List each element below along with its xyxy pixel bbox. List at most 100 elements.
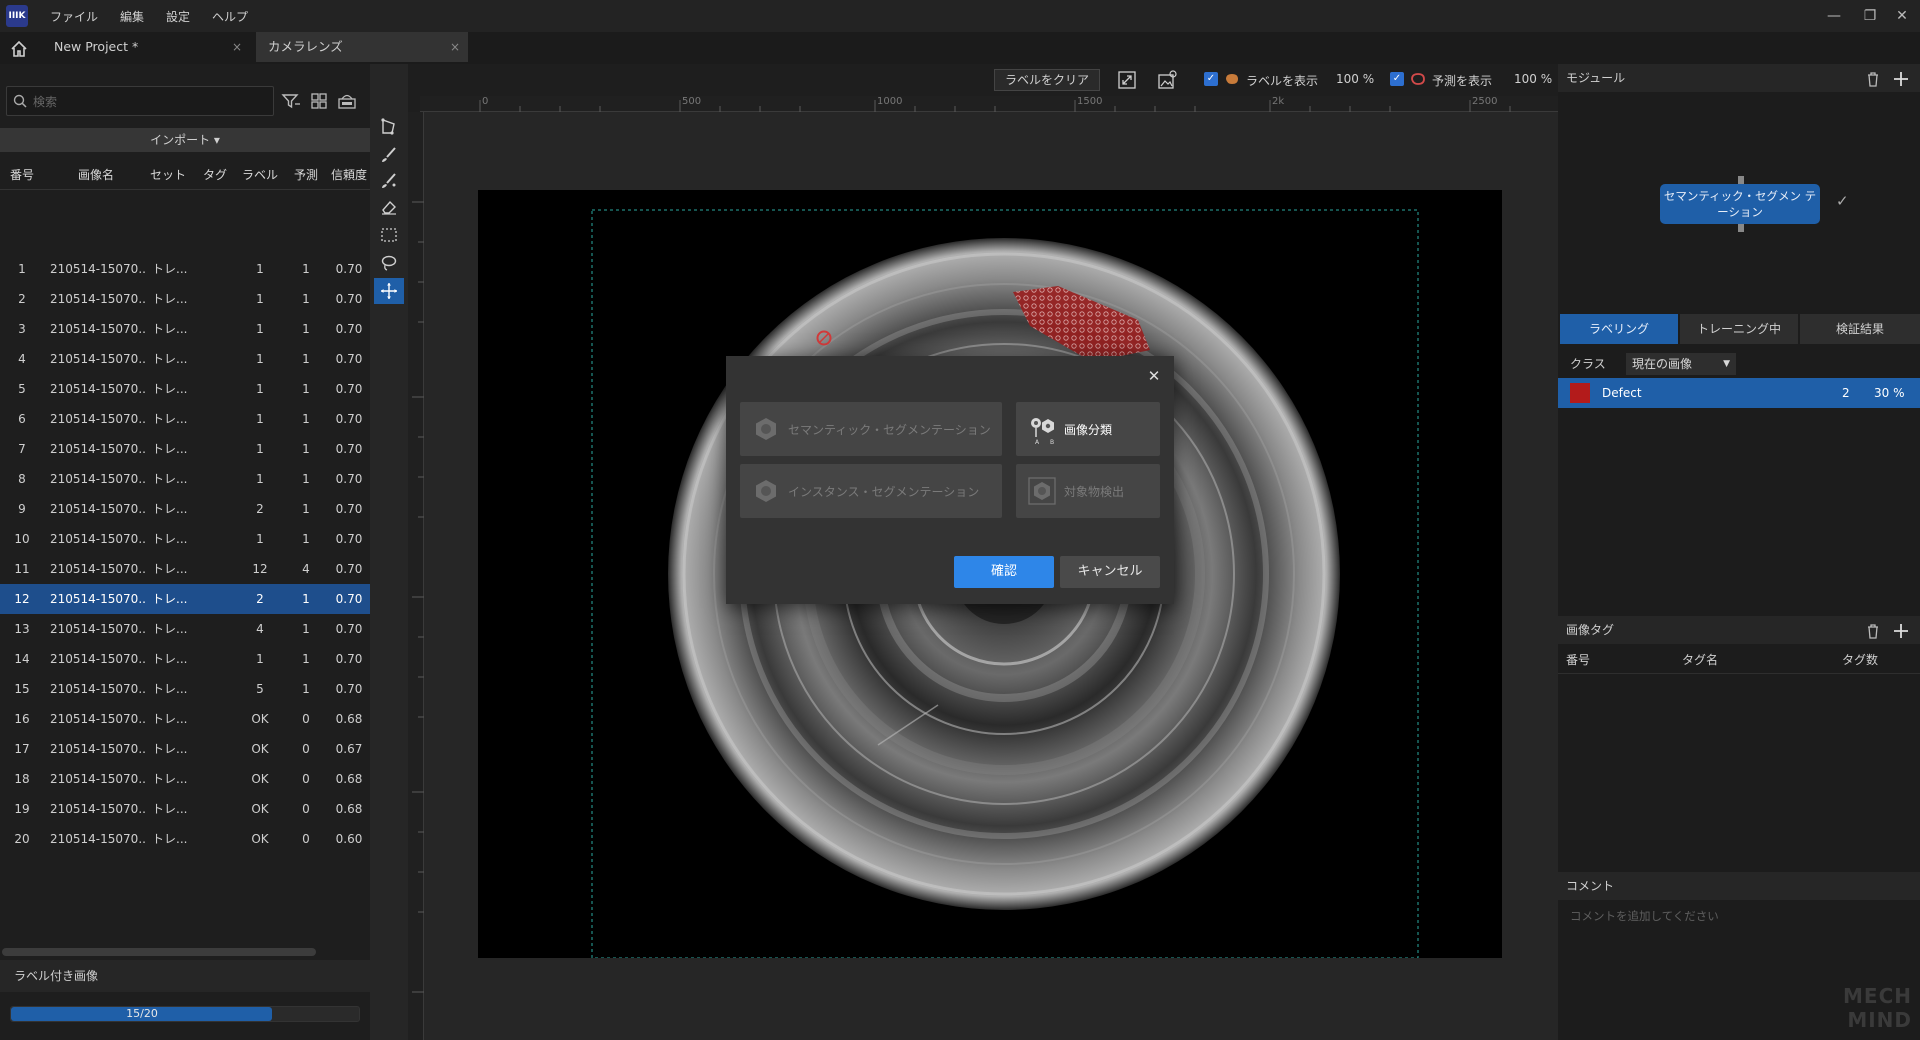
image-settings-icon[interactable] (1156, 69, 1178, 91)
menu-file[interactable]: ファイル (50, 8, 98, 25)
table-row[interactable]: 14 210514-15070... トレ... 1 1 0.70 (0, 644, 370, 674)
close-tab-icon[interactable]: × (450, 32, 460, 62)
confirm-button[interactable]: 確認 (954, 556, 1054, 588)
dialog-close-icon[interactable]: ✕ (1144, 366, 1164, 386)
class-row-defect[interactable]: Defect 2 30 % (1558, 378, 1920, 408)
table-row[interactable]: 2 210514-15070... トレ... 1 1 0.70 (0, 284, 370, 314)
cell-label: OK (251, 832, 269, 846)
table-row[interactable]: 6 210514-15070... トレ... 1 1 0.70 (0, 404, 370, 434)
table-row[interactable]: 17 210514-15070... トレ... OK 0 0.67 (0, 734, 370, 764)
horizontal-scrollbar[interactable] (2, 948, 316, 956)
table-row[interactable]: 18 210514-15070... トレ... OK 0 0.68 (0, 764, 370, 794)
option-image-classification[interactable]: AB 画像分類 (1016, 402, 1160, 456)
table-row[interactable]: 7 210514-15070... トレ... 1 1 0.70 (0, 434, 370, 464)
home-icon[interactable] (8, 38, 30, 60)
option-label: 対象物検出 (1064, 484, 1125, 499)
close-window-button[interactable]: ✕ (1892, 6, 1912, 26)
table-row[interactable]: 15 210514-15070... トレ... 5 1 0.70 (0, 674, 370, 704)
add-module-icon[interactable] (1892, 70, 1910, 88)
table-row[interactable]: 12 210514-15070... トレ... 2 1 0.70 (0, 584, 370, 614)
menu-edit[interactable]: 編集 (120, 8, 144, 25)
cell-prediction: 1 (302, 502, 310, 516)
col-header-set[interactable]: セット (148, 160, 188, 190)
delete-tag-icon[interactable] (1864, 622, 1882, 640)
move-tool-icon[interactable] (374, 278, 404, 304)
brush-tool-icon[interactable] (374, 142, 404, 168)
menu-settings[interactable]: 設定 (166, 8, 190, 25)
table-row[interactable]: 9 210514-15070... トレ... 2 1 0.70 (0, 494, 370, 524)
node-input-port (1738, 176, 1744, 184)
filter-icon[interactable] (280, 90, 302, 112)
smart-brush-tool-icon[interactable] (374, 168, 404, 194)
right-panel: モジュール セマンティック・セグメン テーション ✓ ラベリング トレーニング中… (1558, 64, 1920, 1040)
show-label-checkbox[interactable]: ✓ (1204, 72, 1218, 86)
rect-select-tool-icon[interactable] (374, 222, 404, 248)
table-row[interactable]: 20 210514-15070... トレ... OK 0 0.60 (0, 824, 370, 854)
cell-image-name: 210514-15070... (50, 502, 146, 516)
col-header-label[interactable]: ラベル (238, 160, 282, 190)
table-row[interactable]: 4 210514-15070... トレ... 1 1 0.70 (0, 344, 370, 374)
col-header-tag[interactable]: タグ (190, 160, 240, 190)
cell-set: トレ... (152, 652, 188, 666)
tab-camera-lens[interactable]: カメラレンズ × (256, 32, 468, 62)
cell-tag (192, 584, 236, 614)
cell-confidence: 0.70 (335, 532, 363, 546)
eraser-tool-icon[interactable] (374, 194, 404, 220)
search-input[interactable] (33, 93, 263, 111)
col-header-confidence[interactable]: 信頼度 (328, 160, 370, 190)
cell-no: 5 (18, 382, 26, 396)
cell-tag (192, 344, 236, 374)
export-icon[interactable] (336, 90, 358, 112)
tab-training[interactable]: トレーニング中 (1680, 314, 1798, 344)
comment-input[interactable]: コメントを追加してください (1570, 908, 1719, 924)
cell-no: 6 (18, 412, 26, 426)
cell-image-name: 210514-15070... (50, 532, 146, 546)
cell-set: トレ... (152, 442, 188, 456)
polygon-tool-icon[interactable] (374, 114, 404, 140)
class-color-swatch[interactable] (1570, 383, 1590, 403)
module-node-semantic-segmentation[interactable]: セマンティック・セグメン テーション (1660, 184, 1820, 224)
table-row[interactable]: 5 210514-15070... トレ... 1 1 0.70 (0, 374, 370, 404)
option-object-detection[interactable]: 対象物検出 (1016, 464, 1160, 518)
tab-labeling[interactable]: ラベリング (1560, 314, 1678, 344)
fit-view-icon[interactable] (1116, 69, 1138, 91)
delete-module-icon[interactable] (1864, 70, 1882, 88)
tab-new-project[interactable]: New Project * × (42, 32, 250, 62)
col-header-no[interactable]: 番号 (0, 160, 44, 190)
lasso-tool-icon[interactable] (374, 250, 404, 276)
ruler-tick: 1500 (1077, 96, 1103, 107)
col-header-name[interactable]: 画像名 (44, 160, 148, 190)
cell-label: 1 (256, 382, 264, 396)
table-row[interactable]: 8 210514-15070... トレ... 1 1 0.70 (0, 464, 370, 494)
prediction-opacity-value[interactable]: 100 % (1514, 72, 1552, 86)
cell-set: トレ... (152, 682, 188, 696)
label-opacity-value[interactable]: 100 % (1336, 72, 1374, 86)
restore-button[interactable]: ❐ (1860, 6, 1880, 26)
table-row[interactable]: 11 210514-15070... トレ... 12 4 0.70 (0, 554, 370, 584)
show-prediction-checkbox[interactable]: ✓ (1390, 72, 1404, 86)
clear-label-button[interactable]: ラベルをクリア (994, 69, 1100, 91)
table-row[interactable]: 19 210514-15070... トレ... OK 0 0.68 (0, 794, 370, 824)
minimize-button[interactable]: — (1824, 6, 1844, 26)
tab-validation-results[interactable]: 検証結果 (1800, 314, 1920, 344)
cell-image-name: 210514-15070... (50, 802, 146, 816)
menu-help[interactable]: ヘルプ (212, 8, 248, 25)
search-box[interactable] (6, 86, 274, 116)
close-tab-icon[interactable]: × (232, 32, 242, 62)
class-scope-select[interactable]: 現在の画像 ▼ (1626, 353, 1736, 375)
class-name: Defect (1602, 386, 1642, 400)
table-row[interactable]: 3 210514-15070... トレ... 1 1 0.70 (0, 314, 370, 344)
cell-confidence: 0.70 (335, 442, 363, 456)
cancel-button[interactable]: キャンセル (1060, 556, 1160, 588)
add-tag-icon[interactable] (1892, 622, 1910, 640)
col-header-prediction[interactable]: 予測 (284, 160, 328, 190)
table-row[interactable]: 10 210514-15070... トレ... 1 1 0.70 (0, 524, 370, 554)
import-button[interactable]: インポート ▾ (0, 128, 370, 152)
cell-prediction: 1 (302, 682, 310, 696)
option-semantic-segmentation[interactable]: セマンティック・セグメンテーション (740, 402, 1002, 456)
option-instance-segmentation[interactable]: インスタンス・セグメンテーション (740, 464, 1002, 518)
table-row[interactable]: 13 210514-15070... トレ... 4 1 0.70 (0, 614, 370, 644)
table-row[interactable]: 1 210514-15070... トレ... 1 1 0.70 (0, 254, 370, 284)
grid-view-icon[interactable] (308, 90, 330, 112)
table-row[interactable]: 16 210514-15070... トレ... OK 0 0.68 (0, 704, 370, 734)
